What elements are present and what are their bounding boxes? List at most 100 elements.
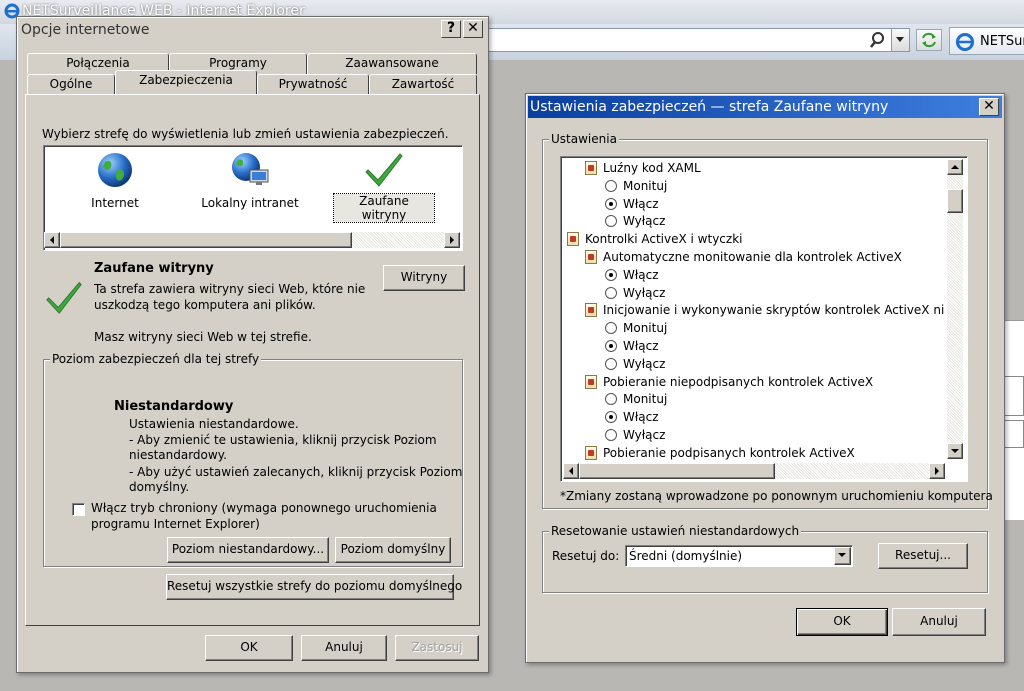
setting-option[interactable]: Monituj xyxy=(605,319,667,337)
help-button[interactable]: ? xyxy=(441,20,461,38)
tab-content[interactable]: Zawartość xyxy=(369,74,477,95)
tab-general[interactable]: Ogólne xyxy=(27,74,115,95)
close-button[interactable]: ✕ xyxy=(979,98,999,116)
radio-checked-icon[interactable] xyxy=(605,340,617,352)
tab-privacy[interactable]: Prywatność xyxy=(257,74,369,95)
radio-icon[interactable] xyxy=(605,179,617,192)
zone-description: uszkodzą tego komputera ani plików. xyxy=(94,298,316,312)
custom-level-button[interactable]: Poziom niestandardowy... xyxy=(167,537,329,563)
cancel-button[interactable]: Anuluj xyxy=(301,635,387,661)
ok-button[interactable]: OK xyxy=(205,635,293,661)
chevron-down-icon xyxy=(896,37,904,42)
chevron-left-icon xyxy=(50,236,54,244)
setting-category: Inicjowanie i wykonywanie skryptów kontr… xyxy=(585,301,945,319)
zone-list[interactable]: Internet Lokalny intranet Zaufane witryn… xyxy=(43,145,463,251)
ok-button[interactable]: OK xyxy=(796,608,888,636)
group-label: Ustawienia xyxy=(549,132,619,146)
tree-hscroll-thumb[interactable] xyxy=(579,463,775,479)
setting-icon xyxy=(585,250,597,264)
protected-mode-checkbox[interactable] xyxy=(72,503,85,516)
setting-icon xyxy=(585,374,597,389)
setting-option[interactable]: Wyłącz xyxy=(605,355,665,373)
security-level-line: Ustawienia niestandardowe. xyxy=(129,417,299,431)
search-icon[interactable] xyxy=(867,30,889,50)
ie-address-bar[interactable] xyxy=(486,28,910,52)
setting-option[interactable]: Włącz xyxy=(605,337,659,355)
setting-option[interactable]: Wyłącz xyxy=(605,284,665,302)
radio-icon[interactable] xyxy=(605,286,617,299)
setting-icon xyxy=(585,445,597,460)
chevron-right-icon xyxy=(935,467,939,475)
dialog-title: Ustawienia zabezpieczeń — strefa Zaufane… xyxy=(528,96,1002,118)
tree-scroll-up-button[interactable] xyxy=(947,159,963,175)
tree-scroll-right-button[interactable] xyxy=(929,463,945,479)
apply-button[interactable]: Zastosuj xyxy=(395,635,479,661)
close-button[interactable]: ✕ xyxy=(463,20,483,38)
protected-mode-label[interactable]: Włącz tryb chroniony (wymaga ponownego u… xyxy=(91,501,437,515)
setting-category: Automatyczne monitowanie dla kontrolek A… xyxy=(585,248,902,266)
radio-icon[interactable] xyxy=(605,429,617,441)
radio-checked-icon[interactable] xyxy=(605,268,617,281)
radio-icon[interactable] xyxy=(605,215,617,228)
reset-all-zones-button[interactable]: Resetuj wszystkie strefy do poziomu domy… xyxy=(166,574,462,600)
setting-option[interactable]: Monituj xyxy=(605,390,667,408)
tree-scroll-thumb[interactable] xyxy=(947,189,963,213)
refresh-icon xyxy=(922,32,936,48)
setting-option[interactable]: Włącz xyxy=(605,195,659,213)
zone-scroll-left-button[interactable] xyxy=(44,232,60,248)
zone-item-trusted-sites[interactable]: Zaufane witryny xyxy=(333,148,435,223)
refresh-button[interactable] xyxy=(916,29,942,51)
zone-sites-note: Masz witryny sieci Web w tej strefie. xyxy=(94,330,312,344)
default-level-button[interactable]: Poziom domyślny xyxy=(335,537,451,563)
radio-icon[interactable] xyxy=(605,393,617,406)
settings-tree[interactable]: Luźny kod XAML Monituj Włącz Wyłącz Kontrolk… xyxy=(560,156,968,482)
group-label: Poziom zabezpieczeń dla tej strefy xyxy=(50,352,262,366)
setting-label: Kontrolki ActiveX i wtyczki xyxy=(585,232,743,247)
chevron-left-icon xyxy=(569,467,573,475)
ie-tab-label: NETSurv xyxy=(980,34,1024,49)
dialog-title-text: Ustawienia zabezpieczeń — strefa Zaufane… xyxy=(530,99,889,115)
zone-item-local-intranet[interactable]: Lokalny intranet xyxy=(200,150,300,210)
tree-scroll-track[interactable] xyxy=(947,213,963,443)
zone-scroll-track[interactable] xyxy=(352,232,444,248)
security-level-title: Niestandardowy xyxy=(114,399,234,414)
setting-label: Pobieranie podpisanych kontrolek ActiveX xyxy=(603,445,855,460)
setting-option[interactable]: Wyłącz xyxy=(605,426,665,444)
setting-option[interactable]: Włącz xyxy=(605,266,659,284)
ie-browser-tab[interactable]: NETSurv xyxy=(949,27,1024,55)
radio-checked-icon[interactable] xyxy=(605,411,617,424)
cancel-button[interactable]: Anuluj xyxy=(892,608,986,636)
radio-icon[interactable] xyxy=(605,357,617,370)
chevron-down-icon xyxy=(838,553,846,557)
globe-icon xyxy=(98,153,132,187)
zone-title: Zaufane witryny xyxy=(94,261,214,276)
reset-to-dropdown-button[interactable] xyxy=(834,547,851,565)
address-dropdown-button[interactable] xyxy=(891,29,909,51)
setting-option[interactable]: Wyłącz xyxy=(605,212,665,230)
radio-icon[interactable] xyxy=(605,322,617,335)
tree-scroll-left-button[interactable] xyxy=(563,463,579,479)
restart-note: *Zmiany zostaną wprowadzone po ponownym … xyxy=(560,489,993,503)
zone-scroll-right-button[interactable] xyxy=(444,232,460,248)
zone-scroll-thumb[interactable] xyxy=(60,232,352,248)
background-page-field xyxy=(1004,420,1024,448)
tab-advanced[interactable]: Zaawansowane xyxy=(307,53,477,74)
reset-to-select[interactable]: Średni (domyślnie) xyxy=(625,545,853,567)
security-level-line: - Aby użyć ustawień zalecanych, kliknij … xyxy=(129,465,463,479)
setting-label: Włącz xyxy=(623,267,659,282)
setting-label: Wyłącz xyxy=(623,428,666,442)
dialog-title: Opcje internetowe xyxy=(21,22,150,38)
xaml-icon xyxy=(585,161,597,175)
setting-option[interactable]: Monituj xyxy=(605,177,667,195)
reset-button[interactable]: Resetuj... xyxy=(878,543,968,569)
sites-button[interactable]: Witryny xyxy=(383,265,465,291)
zone-item-internet[interactable]: Internet xyxy=(80,150,150,210)
tree-scroll-track[interactable] xyxy=(947,175,963,189)
radio-checked-icon[interactable] xyxy=(605,197,617,210)
tree-scroll-down-button[interactable] xyxy=(947,443,963,459)
tab-security[interactable]: Zabezpieczenia xyxy=(115,70,257,94)
tree-hscroll-track[interactable] xyxy=(775,463,929,479)
protected-mode-label[interactable]: programu Internet Explorer) xyxy=(91,517,260,531)
setting-option[interactable]: Włącz xyxy=(605,408,659,426)
setting-label: Inicjowanie i wykonywanie skryptów kontr… xyxy=(603,303,945,318)
